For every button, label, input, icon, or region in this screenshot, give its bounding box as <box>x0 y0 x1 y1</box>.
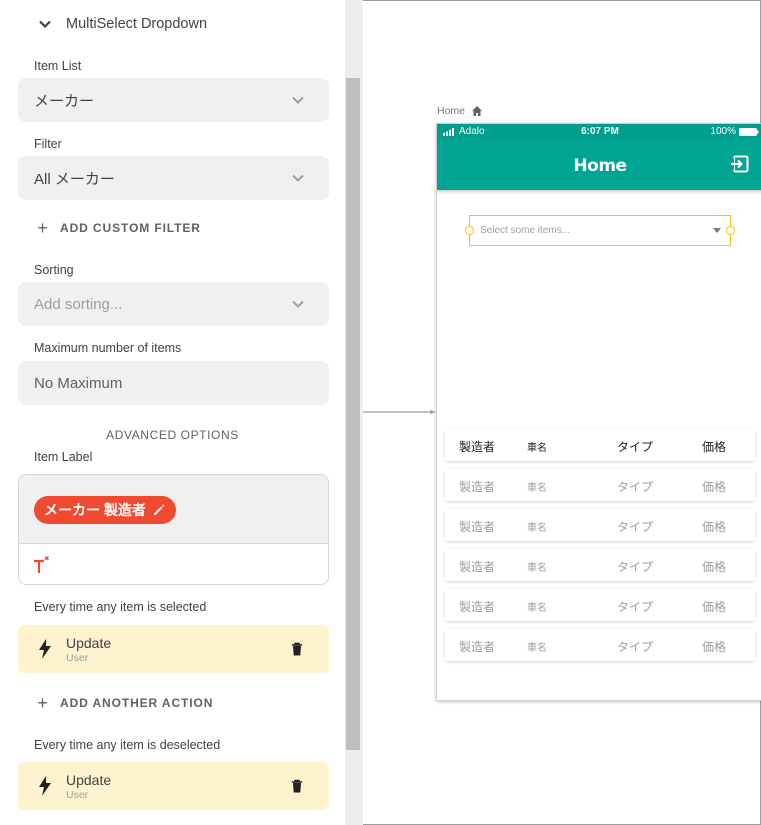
on-deselect-action[interactable]: Update User <box>18 762 329 810</box>
multiselect-dropdown[interactable]: Select some items... <box>469 215 731 246</box>
dropdown-placeholder: Select some items... <box>480 225 571 236</box>
screen-label[interactable]: Home <box>437 105 483 117</box>
chevron-down-icon <box>39 20 51 29</box>
app-bar: Home <box>437 140 761 190</box>
add-custom-filter-label: ADD CUSTOM FILTER <box>60 221 201 235</box>
filter-select[interactable]: All メーカー <box>18 156 329 200</box>
lightning-icon <box>39 639 51 659</box>
screen-name: Home <box>437 105 466 117</box>
section-title: MultiSelect Dropdown <box>66 16 208 32</box>
cell-model: 車名 <box>527 603 547 614</box>
cell-model: 車名 <box>527 483 547 494</box>
action-title: Update <box>66 635 112 651</box>
item-label-editor[interactable]: メーカー 製造者 <box>18 474 329 585</box>
status-bar: Adalo 6:07 PM 100% <box>437 124 761 140</box>
action-subtitle: User <box>66 789 89 801</box>
list-item[interactable]: 製造者 車名 タイプ 価格 <box>445 629 755 661</box>
link-arrow <box>363 410 436 414</box>
cell-price: 価格 <box>702 640 727 654</box>
filter-label: Filter <box>34 137 62 151</box>
trash-icon[interactable] <box>291 779 303 793</box>
item-list-select[interactable]: メーカー <box>18 78 329 122</box>
cell-maker: 製造者 <box>459 640 496 654</box>
app-bar-title: Home <box>573 156 627 176</box>
plus-icon: + <box>37 218 49 238</box>
add-another-action-label: ADD ANOTHER ACTION <box>60 696 214 710</box>
pencil-icon <box>153 504 165 515</box>
trash-icon[interactable] <box>291 642 303 656</box>
sorting-label: Sorting <box>34 263 74 277</box>
logout-icon[interactable] <box>731 155 749 173</box>
chevron-down-icon <box>292 96 304 104</box>
caret-down-icon <box>713 228 721 233</box>
section-header[interactable]: MultiSelect Dropdown <box>38 16 207 32</box>
item-list-label: Item List <box>34 59 82 73</box>
cell-maker: 製造者 <box>459 440 496 454</box>
add-another-action-button[interactable]: + ADD ANOTHER ACTION <box>36 693 214 713</box>
car-list: 製造者 車名 タイプ 価格 製造者 車名 タイプ 価格 製造者 車名 タイプ 価… <box>445 429 755 669</box>
cell-maker: 製造者 <box>459 480 496 494</box>
magic-text-chip[interactable]: メーカー 製造者 <box>34 496 176 524</box>
on-select-action[interactable]: Update User <box>18 625 329 673</box>
cell-model: 車名 <box>527 443 547 454</box>
list-item[interactable]: 製造者 車名 タイプ 価格 <box>445 549 755 581</box>
phone-screen[interactable]: Adalo 6:07 PM 100% Home Select some item… <box>436 123 761 701</box>
battery-icon <box>739 127 759 136</box>
action-title: Update <box>66 772 112 788</box>
list-header-row: 製造者 車名 タイプ 価格 <box>445 429 755 461</box>
item-list-value: メーカー <box>34 92 95 110</box>
cell-price: 価格 <box>702 600 727 614</box>
on-deselect-label: Every time any item is deselected <box>34 738 221 752</box>
cell-type: タイプ <box>617 440 654 454</box>
max-items-label: Maximum number of items <box>34 341 182 355</box>
item-label-chip-area: メーカー 製造者 <box>19 475 328 544</box>
action-subtitle: User <box>66 652 89 664</box>
resize-handle-left[interactable] <box>465 226 474 235</box>
cell-price: 価格 <box>702 560 727 574</box>
status-right: 100% <box>710 126 759 137</box>
list-item[interactable]: 製造者 車名 タイプ 価格 <box>445 589 755 621</box>
add-custom-filter-button[interactable]: + ADD CUSTOM FILTER <box>36 218 201 238</box>
chip-label: メーカー 製造者 <box>44 502 146 518</box>
cell-type: タイプ <box>617 600 654 614</box>
on-select-label: Every time any item is selected <box>34 600 207 614</box>
cell-maker: 製造者 <box>459 520 496 534</box>
magic-text-icon[interactable] <box>31 555 53 577</box>
panel-scrollbar-thumb[interactable] <box>346 78 360 750</box>
cell-maker: 製造者 <box>459 560 496 574</box>
cell-price: 価格 <box>702 440 727 454</box>
cell-type: タイプ <box>617 520 654 534</box>
list-item[interactable]: 製造者 車名 タイプ 価格 <box>445 509 755 541</box>
cell-type: タイプ <box>617 640 654 654</box>
filter-value: All メーカー <box>34 170 115 188</box>
home-icon <box>472 106 483 116</box>
cell-price: 価格 <box>702 480 727 494</box>
battery-percent: 100% <box>710 126 736 137</box>
lightning-icon <box>39 776 51 796</box>
chevron-down-icon <box>292 300 304 308</box>
max-items-value: No Maximum <box>34 374 123 392</box>
chevron-down-icon <box>292 174 304 182</box>
item-label-label: Item Label <box>34 450 93 464</box>
cell-model: 車名 <box>527 643 547 654</box>
cell-model: 車名 <box>527 523 547 534</box>
sorting-placeholder: Add sorting... <box>34 295 123 313</box>
max-items-input[interactable]: No Maximum <box>18 361 329 405</box>
resize-handle-right[interactable] <box>726 226 735 235</box>
plus-icon: + <box>37 693 49 713</box>
cell-price: 価格 <box>702 520 727 534</box>
list-item[interactable]: 製造者 車名 タイプ 価格 <box>445 469 755 501</box>
properties-panel: MultiSelect Dropdown Item List メーカー Filt… <box>0 0 345 825</box>
cell-maker: 製造者 <box>459 600 496 614</box>
cell-type: タイプ <box>617 560 654 574</box>
advanced-options-heading: ADVANCED OPTIONS <box>106 428 239 442</box>
cell-model: 車名 <box>527 563 547 574</box>
cell-type: タイプ <box>617 480 654 494</box>
sorting-select[interactable]: Add sorting... <box>18 282 329 326</box>
